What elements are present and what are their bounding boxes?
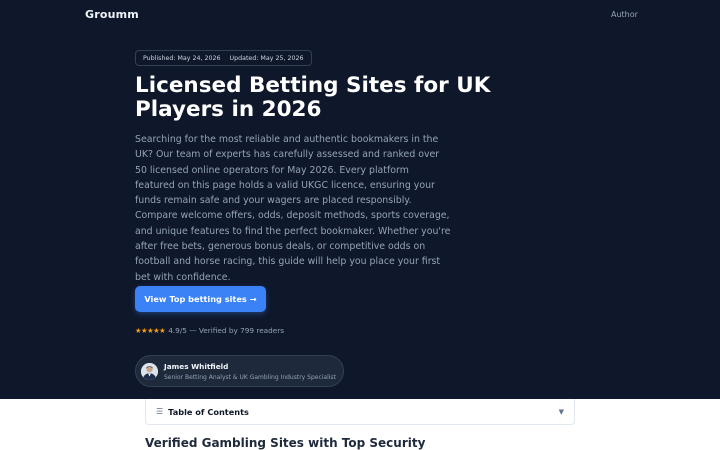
view-top-sites-button[interactable]: View Top betting sites → [135,286,266,312]
author-name: James Whitfield [164,362,229,371]
table-of-contents-toggle[interactable]: ☰ Table of Contents ▼ [145,399,575,425]
list-icon: ☰ [156,407,164,416]
updated-date: Updated: May 25, 2026 [229,54,304,62]
hero-section: Groumm Author Published: May 24, 2026 Up… [0,0,720,399]
author-role: Senior Betting Analyst & UK Gambling Ind… [164,374,336,381]
intro-paragraph: Searching for the most reliable and auth… [135,134,451,283]
dates-badge: Published: May 24, 2026 Updated: May 25,… [135,50,312,66]
avatar [141,363,158,380]
cta-label: View Top betting sites [144,294,247,304]
rating-line: ★★★★★ 4.9/5 — Verified by 799 readers [135,326,284,335]
published-date: Published: May 24, 2026 [143,54,221,62]
rating-text: 4.9/5 — Verified by 799 readers [168,326,285,335]
chevron-down-icon: ▼ [558,407,564,416]
star-rating-icon: ★★★★★ [135,326,166,335]
arrow-right-icon: → [249,294,257,304]
nav-author-link[interactable]: Author [611,10,638,19]
page-title: Licensed Betting Sites for UK Players in… [135,73,491,122]
section-heading: Verified Gambling Sites with Top Securit… [145,436,426,450]
brand-logo[interactable]: Groumm [85,8,139,21]
author-card[interactable]: James Whitfield Senior Betting Analyst &… [135,355,344,387]
toc-title: Table of Contents [168,406,249,417]
